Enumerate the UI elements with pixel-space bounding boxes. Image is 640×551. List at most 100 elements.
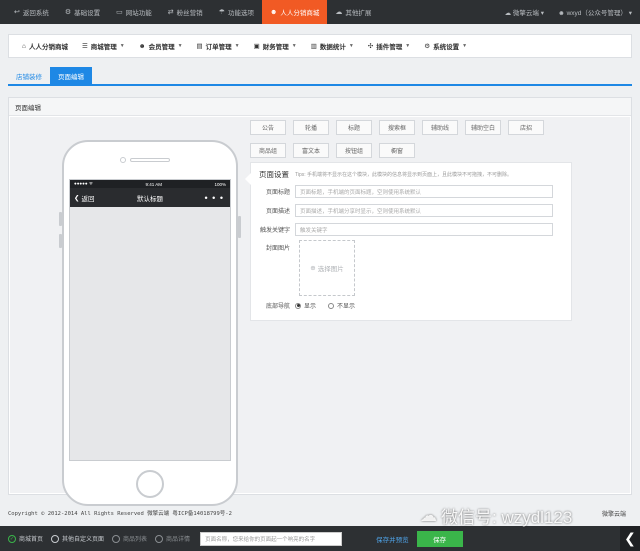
menu-label: 商城管理 xyxy=(90,44,117,51)
share-icon: ⇄ xyxy=(167,9,174,16)
menu-item-shop-management[interactable]: ☰ 商城管理 ▼ xyxy=(75,41,132,51)
phone-preview: ●●●●● ᯤ 9:41 AM 100% ❮ 返回 默认标题 • • • xyxy=(59,140,241,506)
component-carousel-button[interactable]: 轮播 xyxy=(293,120,329,135)
account-label: wxyd（公众号管理） xyxy=(566,10,627,17)
topnav-item-extensions[interactable]: ☁ 其他扩展 xyxy=(327,0,379,24)
module-menubar: ⌂ 人人分销商城 ☰ 商城管理 ▼ ☻ 会员管理 ▼ ▤ 订单管理 ▼ ▣ 财务管理 ▼ ▥ 数据统… xyxy=(8,34,632,58)
cloud-icon: ☁ xyxy=(335,9,343,16)
page-title-input[interactable]: 页面标题，手机端的页面标题，空则使用系统默认 xyxy=(295,185,553,198)
field-label: 触发关键字 xyxy=(259,228,290,234)
option-label: 商品列表 xyxy=(123,537,148,543)
option-custom-page[interactable]: 其他自定义页面 xyxy=(51,534,104,543)
collapse-toggle[interactable]: ❮ xyxy=(620,526,640,551)
menu-item-members[interactable]: ☻ 会员管理 ▼ xyxy=(132,41,190,52)
component-row: 公告 轮播 标题 搜索框 辅助线 辅助空白 店招 xyxy=(250,120,560,135)
menu-item-system-settings[interactable]: ⚙ 系统设置 ▼ xyxy=(417,41,474,51)
topnav-item-marketing[interactable]: ⇄ 粉丝营销 xyxy=(160,0,211,24)
menu-item-finance[interactable]: ▣ 财务管理 ▼ xyxy=(247,41,304,51)
save-and-preview-link[interactable]: 保存并预览 xyxy=(376,534,409,544)
component-window-button[interactable]: 橱窗 xyxy=(379,143,415,158)
topnav-item-site[interactable]: ▭ 网站功能 xyxy=(108,0,160,24)
top-right: ☁ 微擎云端 ▾ ☻ wxyd（公众号管理） ▾ xyxy=(505,0,640,24)
option-goods-detail[interactable]: 商品详情 xyxy=(155,534,190,543)
component-shop-sign-button[interactable]: 店招 xyxy=(508,120,544,135)
menu-label: 数据统计 xyxy=(319,44,346,51)
signal-indicator: ●●●●● ᯤ xyxy=(74,181,93,186)
trigger-keyword-input[interactable]: 触发关键字 xyxy=(295,223,553,236)
topnav-label: 人人分销商城 xyxy=(280,10,320,17)
field-label: 封面图片 xyxy=(265,246,290,252)
topnav-item-return[interactable]: ↩ 返回系统 xyxy=(6,0,57,24)
topnav-item-shop[interactable]: ☻ 人人分销商城 xyxy=(261,0,328,24)
plus-circle-icon: ⊕ xyxy=(310,265,316,272)
more-icon[interactable]: • • • xyxy=(205,193,224,203)
save-button[interactable]: 保存 xyxy=(416,530,463,547)
component-notice-button[interactable]: 公告 xyxy=(250,120,286,135)
menu-label: 插件管理 xyxy=(376,44,403,51)
phone-camera xyxy=(120,157,126,163)
caret-down-icon: ▼ xyxy=(348,43,354,49)
caret-down-icon: ▼ xyxy=(119,43,125,49)
money-icon: ▣ xyxy=(253,43,260,50)
settings-tip: Tips: 手机端将不显示在这个模块，此模块的信息将显示到页面上，且此模块不可拖… xyxy=(295,172,513,178)
phone-volume-button xyxy=(59,212,62,226)
page-description-input[interactable]: 页面描述，手机端分享时显示，空则使用系统默认 xyxy=(295,204,553,217)
check-circle-icon: ✓ xyxy=(8,534,16,543)
cover-image-upload[interactable]: ⊕ 选择图片 xyxy=(299,240,355,296)
component-button-group-button[interactable]: 按钮组 xyxy=(336,143,372,158)
radio-hide[interactable]: 不显示 xyxy=(328,301,355,310)
menu-item-orders[interactable]: ▤ 订单管理 ▼ xyxy=(190,41,247,51)
component-goods-button[interactable]: 商品组 xyxy=(250,143,286,158)
platform-menu[interactable]: ☁ 微擎云端 ▾ xyxy=(505,7,544,17)
account-menu[interactable]: ☻ wxyd（公众号管理） ▾ xyxy=(558,7,632,17)
topnav-item-options[interactable]: ☂ 功能选项 xyxy=(211,0,262,24)
component-title-button[interactable]: 标题 xyxy=(336,120,372,135)
cog-icon: ⚙ xyxy=(64,9,72,16)
tab-shop-decoration[interactable]: 店铺装修 xyxy=(8,67,50,84)
field-row: 触发关键字 触发关键字 xyxy=(251,223,573,236)
user-icon: ☻ xyxy=(269,8,278,16)
component-divider-button[interactable]: 辅助线 xyxy=(422,120,458,135)
topnav-item-basic-settings[interactable]: ⚙ 基础设置 xyxy=(57,0,108,24)
radio-show[interactable]: 显示 xyxy=(295,301,316,310)
menu-item-home[interactable]: ⌂ 人人分销商城 xyxy=(15,41,75,52)
menu-label: 财务管理 xyxy=(262,44,289,51)
menu-item-plugins[interactable]: ✣ 插件管理 ▼ xyxy=(361,41,417,51)
page-name-input[interactable]: 页面名称，您来给你的页面起一个响亮的名字 xyxy=(200,531,343,546)
component-richtext-button[interactable]: 富文本 xyxy=(293,143,329,158)
component-spacer-button[interactable]: 辅助空白 xyxy=(465,120,501,135)
phone-home-button xyxy=(136,470,164,498)
option-goods-list[interactable]: 商品列表 xyxy=(112,534,147,543)
option-shop-home[interactable]: ✓ 商城首页 xyxy=(8,534,43,543)
footer-brand: 微擎云端 xyxy=(601,512,626,518)
caret-down-icon: ▾ xyxy=(628,10,632,17)
user-icon: ☻ xyxy=(557,10,567,17)
gear-icon: ⚙ xyxy=(424,43,431,50)
file-icon: ▤ xyxy=(196,43,203,50)
top-nav: ↩ 返回系统 ⚙ 基础设置 ▭ 网站功能 ⇄ 粉丝营销 ☂ 功能选项 ☻ 人人分销商城 ☁ 其… xyxy=(0,0,379,24)
phone-navbar: ❮ 返回 默认标题 • • • xyxy=(70,188,230,207)
component-palette: 公告 轮播 标题 搜索框 辅助线 辅助空白 店招 商品组 富文本 按钮组 橱窗 xyxy=(250,120,560,166)
circle-icon xyxy=(155,534,164,543)
status-time: 9:41 AM xyxy=(145,181,162,187)
tab-page-edit[interactable]: 页面编辑 xyxy=(50,67,92,84)
component-search-button[interactable]: 搜索框 xyxy=(379,120,415,135)
page-settings-card: 页面设置 Tips: 手机端将不显示在这个模块，此模块的信息将显示到页面上，且此… xyxy=(245,162,573,321)
settings-title: 页面设置 xyxy=(259,170,289,179)
phone-statusbar: ●●●●● ᯤ 9:41 AM 100% xyxy=(70,180,230,188)
battery-indicator: 100% xyxy=(214,181,226,187)
menu-item-statistics[interactable]: ▥ 数据统计 ▼ xyxy=(304,41,361,51)
list-icon: ☰ xyxy=(81,43,88,50)
caret-down-icon: ▼ xyxy=(405,43,411,49)
field-label: 页面描述 xyxy=(265,209,290,215)
reply-icon: ↩ xyxy=(14,9,20,16)
field-row: 页面标题 页面标题，手机端的页面标题，空则使用系统默认 xyxy=(251,185,573,198)
caret-down-icon: ▼ xyxy=(291,43,297,49)
topnav-label: 功能选项 xyxy=(227,10,254,17)
phone-screen[interactable]: ●●●●● ᯤ 9:41 AM 100% ❮ 返回 默认标题 • • • xyxy=(69,179,231,461)
topnav-label: 网站功能 xyxy=(125,10,152,17)
option-label: 商城首页 xyxy=(19,537,44,543)
topnav-label: 返回系统 xyxy=(22,10,49,17)
bottom-action-bar: ✓ 商城首页 其他自定义页面 商品列表 商品详情 页面名称，您来给你的页面起一个响… xyxy=(0,526,640,551)
menu-label: 会员管理 xyxy=(148,44,175,51)
